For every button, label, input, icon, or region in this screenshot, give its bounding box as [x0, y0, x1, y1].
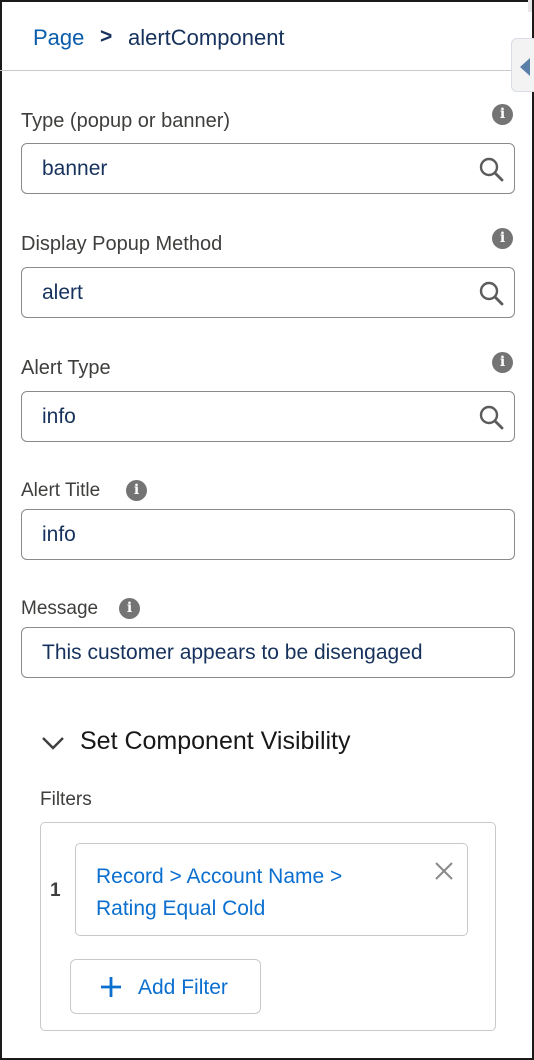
section-title-visibility[interactable]: Set Component Visibility	[80, 727, 351, 756]
filter-condition[interactable]: Record > Account Name > Rating Equal Col…	[96, 861, 416, 925]
info-icon[interactable]: i	[126, 480, 147, 501]
info-icon[interactable]: i	[492, 228, 513, 249]
breadcrumb-page-link[interactable]: Page	[33, 25, 84, 51]
field-label-type: Type (popup or banner)	[21, 110, 231, 132]
add-filter-label: Add Filter	[138, 976, 228, 999]
field-label-display-popup-method: Display Popup Method	[21, 233, 223, 255]
alert-title-value: info	[42, 523, 76, 546]
breadcrumb: Page > alertComponent	[0, 0, 532, 71]
alert-type-input[interactable]: info	[21, 391, 515, 442]
filters-label: Filters	[40, 789, 92, 810]
collapse-panel-button[interactable]	[511, 38, 534, 92]
display-popup-method-value: alert	[42, 281, 83, 304]
message-value: This customer appears to be disengaged	[42, 641, 423, 664]
search-icon[interactable]	[478, 280, 504, 306]
chevron-down-icon[interactable]	[40, 730, 66, 756]
field-label-message: Message	[21, 598, 99, 619]
plus-icon	[101, 977, 121, 997]
filter-index: 1	[50, 880, 61, 901]
search-icon[interactable]	[478, 156, 504, 182]
alert-type-value: info	[42, 405, 76, 428]
display-popup-method-input[interactable]: alert	[21, 267, 515, 318]
filter-condition-line-2: Rating Equal Cold	[96, 897, 266, 920]
info-icon[interactable]: i	[492, 104, 513, 125]
breadcrumb-separator: >	[100, 25, 113, 48]
type-input[interactable]: banner	[21, 143, 515, 194]
close-icon[interactable]	[433, 860, 455, 882]
scrollbar-edge	[528, 0, 532, 12]
filter-item[interactable]: Record > Account Name > Rating Equal Col…	[75, 843, 468, 936]
chevron-left-icon	[520, 58, 530, 76]
search-icon[interactable]	[478, 404, 504, 430]
type-input-value: banner	[42, 157, 108, 180]
field-label-alert-title: Alert Title	[21, 480, 101, 501]
breadcrumb-current: alertComponent	[128, 25, 285, 50]
alert-title-input[interactable]: info	[21, 509, 515, 560]
field-label-alert-type: Alert Type	[21, 357, 111, 379]
info-icon[interactable]: i	[492, 352, 513, 373]
info-icon[interactable]: i	[119, 598, 140, 619]
message-input[interactable]: This customer appears to be disengaged	[21, 627, 515, 678]
add-filter-button[interactable]: Add Filter	[70, 959, 261, 1014]
filter-condition-line-1: Record > Account Name >	[96, 865, 343, 888]
